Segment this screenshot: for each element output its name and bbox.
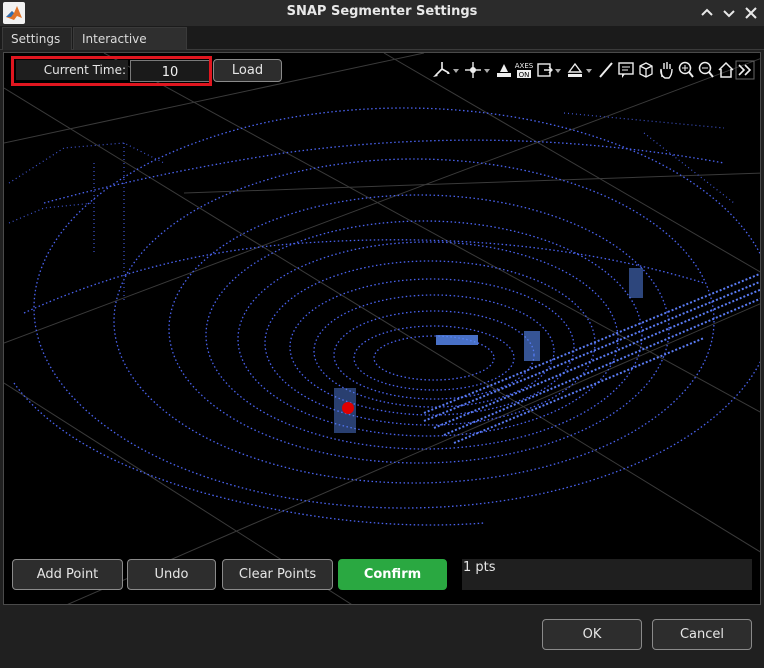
selected-point-marker[interactable] xyxy=(342,402,354,414)
window-title: SNAP Segmenter Settings xyxy=(286,4,478,19)
load-button[interactable]: Load xyxy=(213,59,282,82)
export-icon[interactable] xyxy=(535,59,555,81)
more-icon[interactable] xyxy=(735,59,755,81)
ok-button[interactable]: OK xyxy=(542,619,642,650)
svg-text:ON: ON xyxy=(519,71,530,79)
settings-window: SNAP Segmenter Settings Settings Interac… xyxy=(0,0,764,668)
home-icon[interactable] xyxy=(716,59,736,81)
cancel-button[interactable]: Cancel xyxy=(652,619,752,650)
confirm-button[interactable]: Confirm xyxy=(338,559,447,590)
pan-icon[interactable] xyxy=(656,59,676,81)
undo-button[interactable]: Undo xyxy=(127,559,216,590)
restore-icon[interactable] xyxy=(720,4,738,22)
current-time-input[interactable]: 10 xyxy=(130,60,210,82)
add-point-button[interactable]: Add Point xyxy=(12,559,123,590)
close-icon[interactable] xyxy=(742,4,760,22)
pencil-icon[interactable] xyxy=(596,59,616,81)
tab-interactive-picker[interactable]: Interactive Picker xyxy=(73,27,187,68)
brush-icon[interactable] xyxy=(494,59,514,81)
title-bar: SNAP Segmenter Settings xyxy=(0,0,764,26)
annotate-icon[interactable] xyxy=(616,59,636,81)
point-count-display: 1 pts xyxy=(462,559,752,590)
data-tips-icon[interactable] xyxy=(432,59,452,81)
clear-points-button[interactable]: Clear Points xyxy=(222,559,333,590)
3d-box-icon[interactable] xyxy=(636,59,656,81)
paint-icon[interactable] xyxy=(565,59,585,81)
current-time-label: Current Time: xyxy=(16,60,128,80)
tab-strip: Settings Interactive Picker xyxy=(0,26,764,68)
svg-text:AXES: AXES xyxy=(515,62,534,70)
zoom-in-icon[interactable] xyxy=(676,59,696,81)
point-cloud-view[interactable] xyxy=(4,53,761,605)
maximize-icon[interactable] xyxy=(698,4,716,22)
zoom-out-icon[interactable] xyxy=(696,59,716,81)
axes-toolbar: AXES ON xyxy=(432,59,755,81)
rotate-icon[interactable] xyxy=(463,59,483,81)
tab-settings[interactable]: Settings xyxy=(2,27,72,50)
axes-on-icon[interactable]: AXES ON xyxy=(514,59,534,81)
interactive-picker-panel: Current Time: 10 Load AXES ON Add Point … xyxy=(3,52,761,605)
